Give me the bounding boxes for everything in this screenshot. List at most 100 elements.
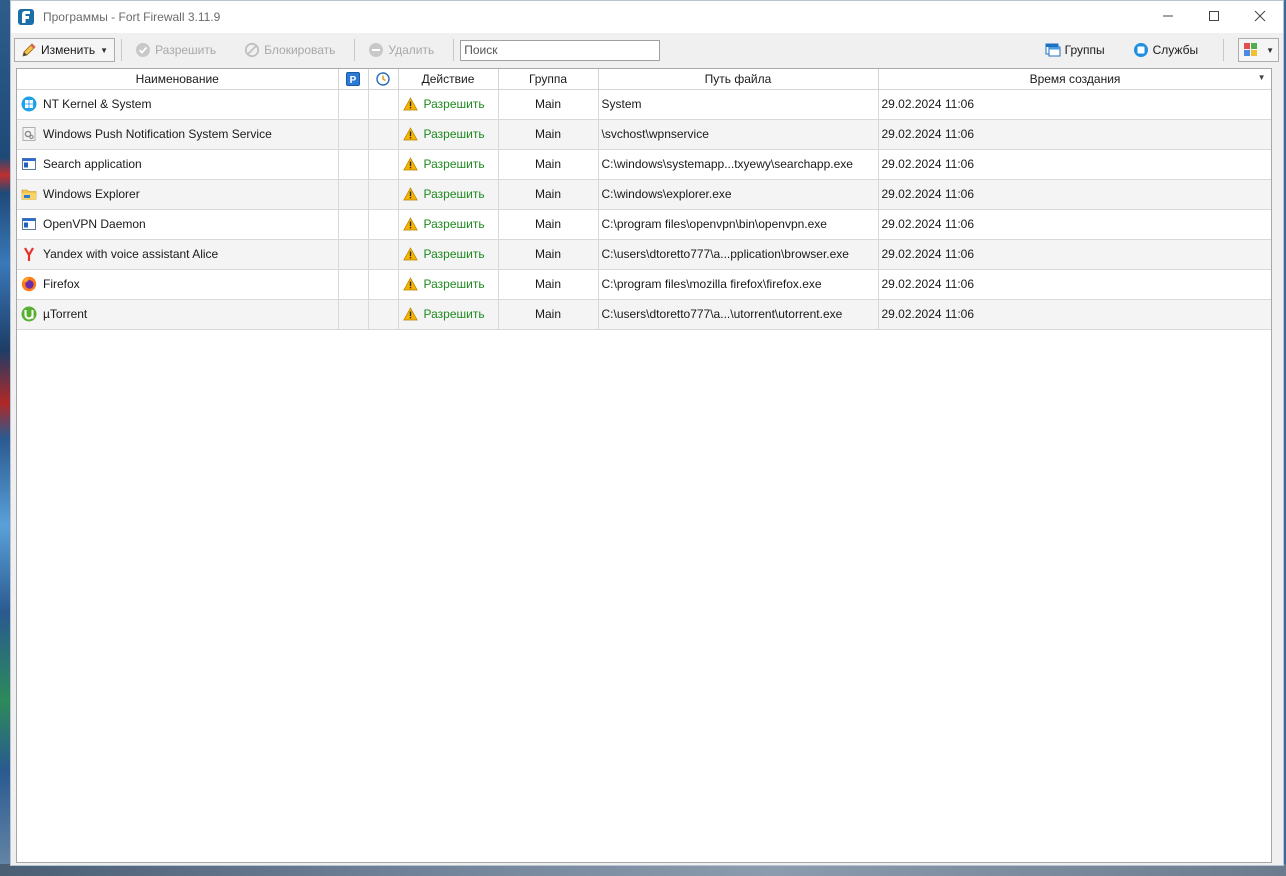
program-name-cell: Yandex with voice assistant Alice bbox=[17, 239, 339, 270]
services-button-label: Службы bbox=[1152, 43, 1199, 57]
groups-button[interactable]: Группы bbox=[1038, 38, 1112, 62]
programs-table[interactable]: Наименование P Действие Группа Путь файл… bbox=[16, 68, 1272, 863]
group-cell: Main bbox=[498, 119, 599, 150]
schedule-cell bbox=[368, 149, 399, 180]
warning-icon bbox=[402, 157, 418, 171]
block-button-label: Блокировать bbox=[264, 43, 336, 57]
yandex-icon bbox=[24, 247, 34, 261]
maximize-button[interactable] bbox=[1191, 1, 1237, 31]
allow-button[interactable]: Разрешить bbox=[128, 38, 223, 62]
column-header-action[interactable]: Действие bbox=[398, 69, 499, 90]
schedule-cell bbox=[368, 209, 399, 240]
warning-icon bbox=[402, 187, 418, 201]
created-cell: 29.02.2024 11:06 bbox=[878, 89, 1271, 120]
program-name-cell: Windows Explorer bbox=[17, 179, 339, 210]
column-header-group[interactable]: Группа bbox=[498, 69, 599, 90]
action-text: Разрешить bbox=[423, 217, 485, 231]
maximize-icon bbox=[1209, 11, 1219, 21]
path-cell: \svchost\wpnservice bbox=[598, 119, 879, 150]
minus-circle-icon bbox=[369, 43, 384, 57]
program-name-cell: Search application bbox=[17, 149, 339, 180]
column-header-schedule[interactable] bbox=[368, 69, 399, 90]
folder-icon bbox=[21, 189, 37, 200]
action-text: Разрешить bbox=[423, 127, 485, 141]
schedule-cell bbox=[368, 119, 399, 150]
minimize-button[interactable] bbox=[1145, 1, 1191, 31]
action-cell: Разрешить bbox=[398, 239, 499, 270]
park-cell bbox=[338, 119, 369, 150]
block-button[interactable]: Блокировать bbox=[237, 38, 342, 62]
program-name: Yandex with voice assistant Alice bbox=[43, 247, 219, 261]
close-icon bbox=[1254, 10, 1266, 22]
edit-button-label: Изменить bbox=[41, 43, 96, 57]
view-grid-icon bbox=[1244, 43, 1258, 56]
firefox-icon bbox=[21, 276, 37, 292]
svg-text:P: P bbox=[350, 75, 357, 86]
path-cell: C:\program files\openvpn\bin\openvpn.exe bbox=[598, 209, 879, 240]
path-cell: C:\windows\systemapp...txyewy\searchapp.… bbox=[598, 149, 879, 180]
action-cell: Разрешить bbox=[398, 179, 499, 210]
table-row[interactable]: Yandex with voice assistant Alice Разреш… bbox=[17, 239, 1271, 270]
table-row[interactable]: OpenVPN Daemon Разрешить Main C:\program… bbox=[17, 209, 1271, 240]
created-cell: 29.02.2024 11:06 bbox=[878, 119, 1271, 150]
toolbar-separator bbox=[354, 39, 356, 61]
toolbar-right: Группы Службы ▼ bbox=[1038, 35, 1279, 65]
action-cell: Разрешить bbox=[398, 209, 499, 240]
program-name-cell: Windows Push Notification System Service bbox=[17, 119, 339, 150]
action-text: Разрешить bbox=[423, 97, 485, 111]
column-header-name[interactable]: Наименование bbox=[17, 69, 339, 90]
table-row[interactable]: NT Kernel & System Разрешить Main System… bbox=[17, 89, 1271, 120]
created-cell: 29.02.2024 11:06 bbox=[878, 149, 1271, 180]
services-button[interactable]: Службы bbox=[1126, 38, 1205, 62]
path-cell: System bbox=[598, 89, 879, 120]
table-row[interactable]: µTorrent Разрешить Main C:\users\dtorett… bbox=[17, 299, 1271, 330]
utorrent-icon bbox=[21, 306, 37, 322]
search-input[interactable] bbox=[460, 39, 661, 61]
table-row[interactable]: Search application Разрешить Main C:\win… bbox=[17, 149, 1271, 180]
services-icon bbox=[1133, 43, 1148, 57]
path-cell: C:\program files\mozilla firefox\firefox… bbox=[598, 269, 879, 300]
park-cell bbox=[338, 89, 369, 120]
path-cell: C:\users\dtoretto777\a...\utorrent\utorr… bbox=[598, 299, 879, 330]
minimize-icon bbox=[1163, 15, 1173, 17]
clock-icon bbox=[376, 72, 390, 86]
program-name: Search application bbox=[43, 157, 142, 171]
created-cell: 29.02.2024 11:06 bbox=[878, 239, 1271, 270]
group-cell: Main bbox=[498, 299, 599, 330]
action-text: Разрешить bbox=[423, 307, 485, 321]
warning-icon bbox=[402, 247, 418, 261]
service-icon bbox=[22, 127, 36, 141]
column-header-path[interactable]: Путь файла bbox=[598, 69, 879, 90]
created-cell: 29.02.2024 11:06 bbox=[878, 269, 1271, 300]
group-cell: Main bbox=[498, 209, 599, 240]
park-cell bbox=[338, 149, 369, 180]
column-header-park[interactable]: P bbox=[338, 69, 369, 90]
table-row[interactable]: Windows Explorer Разрешить Main C:\windo… bbox=[17, 179, 1271, 210]
toolbar: Изменить ▼ Разрешить Блокировать Удалить bbox=[11, 35, 1283, 65]
schedule-cell bbox=[368, 179, 399, 210]
program-name-cell: Firefox bbox=[17, 269, 339, 300]
table-row[interactable]: Firefox Разрешить Main C:\program files\… bbox=[17, 269, 1271, 300]
delete-button[interactable]: Удалить bbox=[361, 38, 441, 62]
window-title: Программы - Fort Firewall 3.11.9 bbox=[43, 10, 221, 24]
program-name: OpenVPN Daemon bbox=[43, 217, 146, 231]
close-button[interactable] bbox=[1237, 1, 1283, 31]
group-cell: Main bbox=[498, 269, 599, 300]
windows-icon bbox=[21, 96, 37, 112]
edit-button[interactable]: Изменить ▼ bbox=[14, 38, 116, 62]
title-bar[interactable]: Программы - Fort Firewall 3.11.9 bbox=[11, 1, 1283, 33]
path-cell: C:\users\dtoretto777\a...pplication\brow… bbox=[598, 239, 879, 270]
programs-window: Программы - Fort Firewall 3.11.9 Изменит… bbox=[10, 0, 1284, 866]
table-row[interactable]: Windows Push Notification System Service… bbox=[17, 119, 1271, 150]
park-cell bbox=[338, 269, 369, 300]
sort-down-icon: ▼ bbox=[1257, 73, 1266, 82]
view-options-button[interactable]: ▼ bbox=[1238, 38, 1279, 62]
group-cell: Main bbox=[498, 89, 599, 120]
pencil-icon bbox=[22, 43, 36, 57]
column-header-created[interactable]: Время создания ▼ bbox=[878, 69, 1271, 90]
warning-icon bbox=[402, 97, 418, 111]
group-cell: Main bbox=[498, 179, 599, 210]
column-header-created-label: Время создания bbox=[1029, 71, 1121, 86]
program-name: NT Kernel & System bbox=[43, 97, 152, 111]
toolbar-separator bbox=[121, 39, 123, 61]
